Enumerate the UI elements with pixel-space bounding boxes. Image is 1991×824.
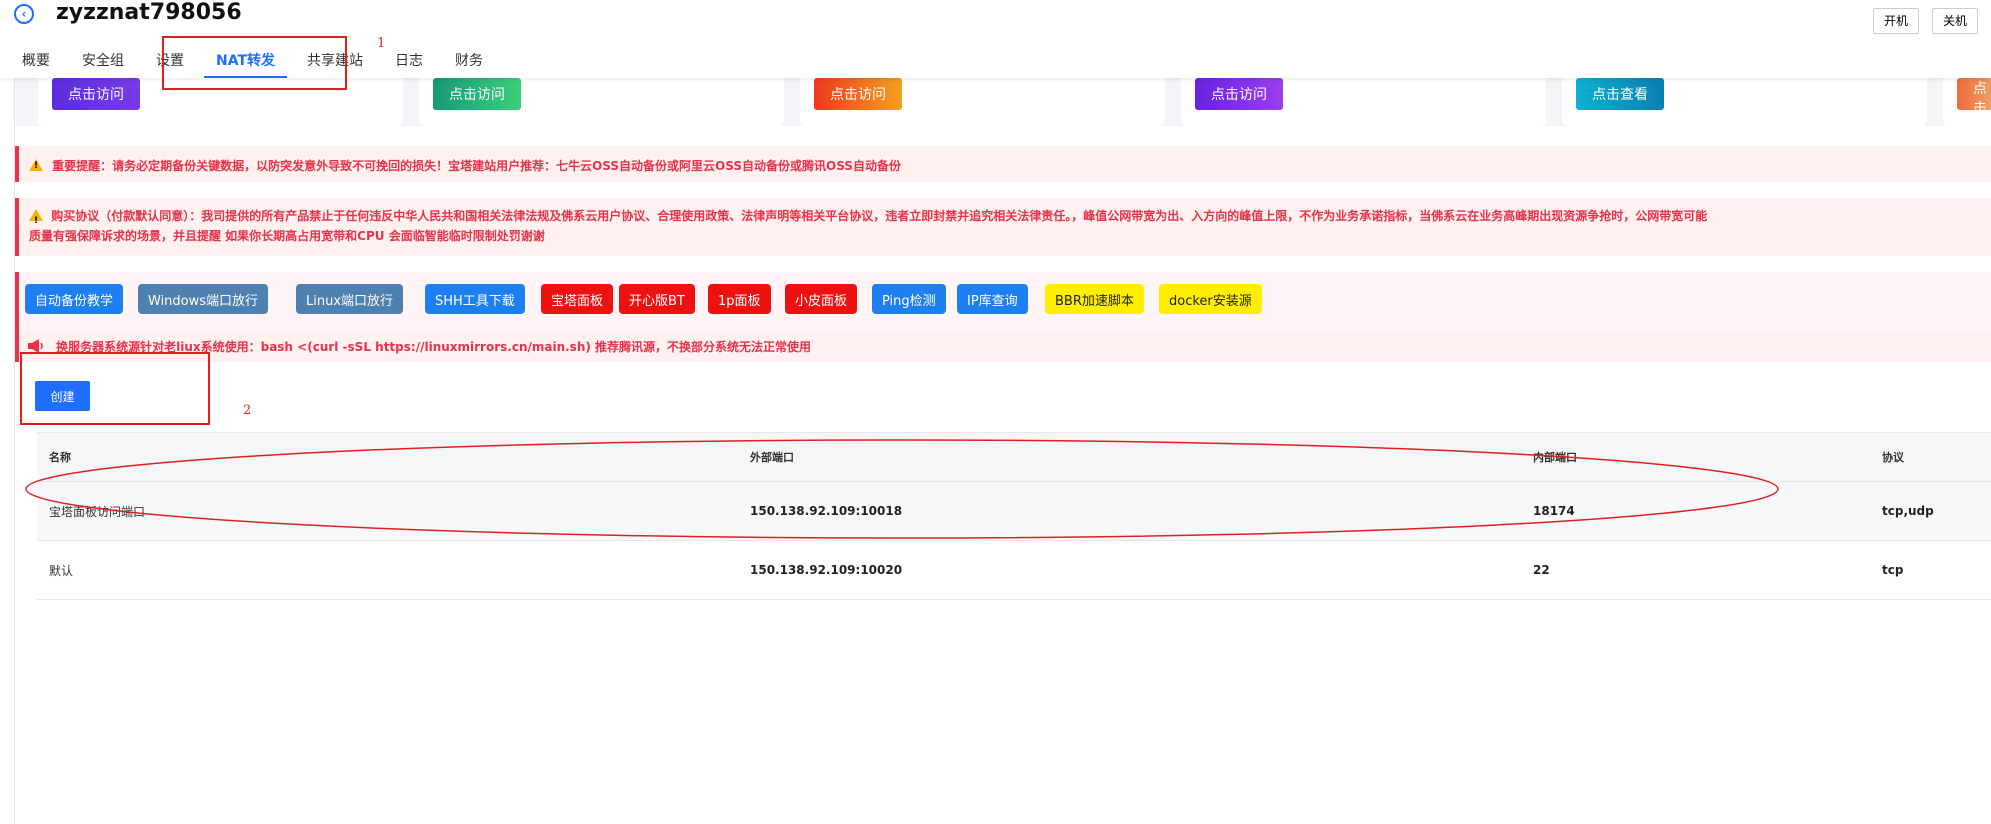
- tab-security-group[interactable]: 安全组: [82, 50, 124, 78]
- main-content: 点击访问 点击访问 点击访问 点击访问 点击查看 点击 ! 重要提醒：请务必定期…: [14, 78, 1991, 824]
- row-external-port: 150.138.92.109:10020: [750, 563, 903, 577]
- tab-overview[interactable]: 概要: [22, 50, 50, 78]
- 1p-panel-button[interactable]: 1p面板: [708, 284, 771, 314]
- card-visit-button[interactable]: 点击访问: [1195, 78, 1283, 110]
- table-row[interactable]: 宝塔面板访问端口 150.138.92.109:10018 18174 tcp,…: [37, 482, 1991, 541]
- row-internal-port: 18174: [1533, 504, 1575, 518]
- power-on-button[interactable]: 开机: [1873, 8, 1920, 34]
- column-header-internal-port: 内部端口: [1533, 451, 1577, 464]
- purchase-agreement-text-line1: 购买协议（付款默认同意）：我司提供的所有产品禁止于任何违反中华人民共和国相关法律…: [51, 209, 1708, 223]
- warning-icon: !: [29, 209, 43, 226]
- important-notice-text: 重要提醒：请务必定期备份关键数据，以防突发意外导致不可挽回的损失！宝塔建站用户推…: [52, 159, 901, 173]
- table-row[interactable]: 默认 150.138.92.109:10020 22 tcp: [37, 541, 1991, 600]
- annotation-number-2: 2: [243, 403, 252, 418]
- card-view-button[interactable]: 点击查看: [1576, 78, 1664, 110]
- tab-finance[interactable]: 财务: [455, 50, 483, 78]
- service-card: 点击: [1943, 78, 1991, 126]
- docker-source-button[interactable]: docker安装源: [1159, 284, 1262, 314]
- card-visit-button[interactable]: 点击访问: [433, 78, 521, 110]
- card-visit-button[interactable]: 点击访问: [52, 78, 140, 110]
- column-header-external-port: 外部端口: [750, 451, 794, 464]
- column-header-protocol: 协议: [1882, 451, 1904, 464]
- windows-port-button[interactable]: Windows端口放行: [138, 284, 269, 314]
- purchase-agreement-text-line2: 质量有强保障诉求的场景，并且提醒 如果你长期高占用宽带和CPU 会面临智能临时限…: [29, 229, 545, 243]
- purchase-agreement-notice: ! 购买协议（付款默认同意）：我司提供的所有产品禁止于任何违反中华人民共和国相关…: [15, 198, 1991, 256]
- ssh-tool-download-button[interactable]: SHH工具下载: [425, 284, 525, 314]
- mirror-notice: 换服务器系统源针对老liux系统使用：bash <(curl -sSL http…: [15, 330, 1991, 362]
- ip-lookup-button[interactable]: IP库查询: [957, 284, 1028, 314]
- linux-port-button[interactable]: Linux端口放行: [296, 284, 404, 314]
- bbr-script-button[interactable]: BBR加速脚本: [1045, 284, 1144, 314]
- row-external-port: 150.138.92.109:10018: [750, 504, 903, 518]
- tab-logs[interactable]: 日志: [395, 50, 423, 78]
- row-name: 默认: [49, 563, 74, 578]
- service-card: 点击访问: [419, 78, 784, 126]
- annotation-number-1: 1: [377, 36, 386, 51]
- row-name: 宝塔面板访问端口: [49, 504, 146, 519]
- auto-backup-tutorial-button[interactable]: 自动备份教学: [25, 284, 124, 314]
- power-off-button[interactable]: 关机: [1932, 8, 1979, 34]
- card-visit-button[interactable]: 点击: [1957, 78, 1991, 117]
- nat-rules-table: 名称 外部端口 内部端口 协议 宝塔面板访问端口 150.138.92.109:…: [37, 432, 1991, 600]
- ping-check-button[interactable]: Ping检测: [872, 284, 946, 314]
- bt-panel-button[interactable]: 宝塔面板: [541, 284, 614, 314]
- table-header: 名称 外部端口 内部端口 协议: [37, 432, 1991, 482]
- row-internal-port: 22: [1533, 563, 1550, 577]
- xp-panel-button[interactable]: 小皮面板: [785, 284, 858, 314]
- back-arrow-icon[interactable]: ‹: [14, 4, 34, 24]
- annotation-box-1: [162, 36, 347, 90]
- important-notice: ! 重要提醒：请务必定期备份关键数据，以防突发意外导致不可挽回的损失！宝塔建站用…: [15, 146, 1991, 182]
- annotation-box-2: [20, 352, 210, 425]
- row-protocol: tcp,udp: [1882, 504, 1934, 518]
- service-card: 点击查看: [1562, 78, 1927, 126]
- card-visit-button[interactable]: 点击访问: [814, 78, 902, 110]
- page-title: zyzznat798056: [56, 0, 242, 25]
- service-card: 点击访问: [1181, 78, 1546, 126]
- happy-bt-button[interactable]: 开心版BT: [619, 284, 695, 314]
- row-protocol: tcp: [1882, 563, 1904, 577]
- service-card: 点击访问: [800, 78, 1165, 126]
- warning-icon: !: [29, 159, 43, 171]
- column-header-name: 名称: [49, 451, 71, 464]
